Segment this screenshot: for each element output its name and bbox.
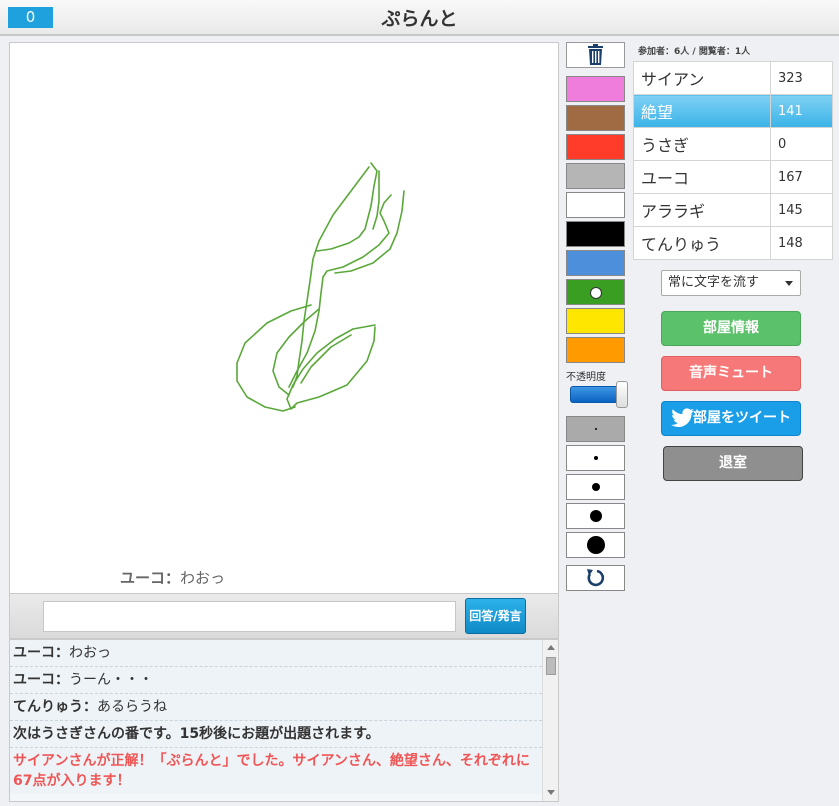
brush-dot xyxy=(594,428,597,430)
bubble-name: ユーコ xyxy=(120,569,166,587)
drawing-stroke xyxy=(272,308,320,396)
leave-room-button[interactable]: 退室 xyxy=(663,446,803,481)
chat-separator: ： xyxy=(55,672,69,688)
color-swatch[interactable] xyxy=(566,221,625,247)
answer-button[interactable]: 回答/発言 xyxy=(465,598,526,634)
color-swatch[interactable] xyxy=(566,163,625,189)
chat-text: わおっ xyxy=(69,645,111,661)
drawing-strokes xyxy=(236,162,405,412)
score-row: うさぎ 0 xyxy=(633,127,833,161)
mute-button[interactable]: 音声ミュート xyxy=(661,356,801,391)
answer-bar: 回答/発言 xyxy=(9,594,559,639)
room-info-button[interactable]: 部屋情報 xyxy=(661,311,801,346)
scroll-thumb[interactable] xyxy=(546,657,556,675)
player-score: 145 xyxy=(770,193,833,227)
page-title: ぷらんと xyxy=(381,8,458,30)
player-name: アララギ xyxy=(633,193,771,227)
brush-dot xyxy=(591,483,600,491)
drawing-stroke xyxy=(334,190,405,274)
opacity-slider-thumb[interactable] xyxy=(616,381,628,408)
color-swatch[interactable] xyxy=(566,279,625,305)
brush-size-button[interactable] xyxy=(566,503,625,529)
drawing-stroke xyxy=(316,162,378,252)
chat-name: ユーコ xyxy=(13,645,55,661)
player-score: 323 xyxy=(770,61,833,95)
player-score: 0 xyxy=(770,127,833,161)
score-row: ユーコ 167 xyxy=(633,160,833,194)
brush-dot xyxy=(593,456,598,460)
brush-size-button[interactable] xyxy=(566,532,625,558)
brush-dot xyxy=(586,536,605,554)
drawing-stroke xyxy=(292,166,370,388)
score-row: サイアン 323 xyxy=(633,61,833,95)
opacity-slider-track[interactable] xyxy=(570,386,622,403)
header: 0 ぷらんと xyxy=(0,0,839,36)
drawing-canvas[interactable]: ユーコ：わおっ xyxy=(9,42,559,594)
undo-button[interactable] xyxy=(566,565,625,591)
chat-scroll-select[interactable]: 常に文字を流す xyxy=(661,270,801,296)
tweet-room-label: 部屋をツイート xyxy=(693,410,791,426)
score-row: てんりゅう 148 xyxy=(633,226,833,260)
color-swatch[interactable] xyxy=(566,76,625,102)
twitter-bird-icon xyxy=(671,408,694,427)
scroll-up-arrow-icon[interactable] xyxy=(547,645,555,650)
brush-dot xyxy=(589,510,602,522)
player-score: 141 xyxy=(770,94,833,128)
score-row: 絶望 141 xyxy=(633,94,833,128)
color-swatch[interactable] xyxy=(566,134,625,160)
chat-lines: ユーコ：わおっ ユーコ：うーん・・・ てんりゅう：あるらうね xyxy=(10,640,558,721)
drawing-stroke xyxy=(288,194,392,388)
chat-name: てんりゅう xyxy=(13,699,83,715)
drawing-stroke xyxy=(286,324,376,410)
brush-size-button[interactable] xyxy=(566,416,625,442)
chevron-down-icon xyxy=(785,281,793,286)
bubble-separator: ： xyxy=(165,569,181,587)
chat-scroll-select-value: 常に文字を流す xyxy=(668,275,760,290)
chat-correct-message: サイアンさんが正解！「ぷらんと」でした。サイアンさん、絶望さん、それぞれに67点… xyxy=(10,748,542,794)
color-swatch[interactable] xyxy=(566,337,625,363)
drawing-stroke xyxy=(300,334,352,384)
color-swatch[interactable] xyxy=(566,250,625,276)
tweet-room-button[interactable]: 部屋をツイート xyxy=(661,401,801,436)
opacity-label: 不透明度 xyxy=(566,372,606,383)
chat-text: あるらうね xyxy=(97,699,167,715)
color-swatch[interactable] xyxy=(566,105,625,131)
player-score: 167 xyxy=(770,160,833,194)
chat-message: ユーコ：わおっ xyxy=(10,640,542,667)
brush-size-button[interactable] xyxy=(566,474,625,500)
player-name: うさぎ xyxy=(633,127,771,161)
player-score: 148 xyxy=(770,226,833,260)
chat-system-message: 次はうさぎさんの番です。15秒後にお題が出題されます。 xyxy=(10,721,542,748)
scroll-down-arrow-icon[interactable] xyxy=(547,790,555,795)
color-swatch[interactable] xyxy=(566,308,625,334)
chat-separator: ： xyxy=(83,699,97,715)
undo-icon xyxy=(587,569,605,587)
player-name: 絶望 xyxy=(633,94,771,128)
chat-message: てんりゅう：あるらうね xyxy=(10,694,542,721)
chat-text: うーん・・・ xyxy=(69,672,153,688)
scoreboard: サイアン 323 絶望 141 うさぎ 0 ユーコ 167 アララギ 145 てんりゅう 148 xyxy=(633,61,833,260)
answer-input[interactable] xyxy=(43,601,456,632)
player-name: ユーコ xyxy=(633,160,771,194)
trash-icon xyxy=(588,44,603,65)
chat-log: ユーコ：わおっ ユーコ：うーん・・・ てんりゅう：あるらうね 次はうさぎさんの番です… xyxy=(9,639,559,802)
clear-canvas-button[interactable] xyxy=(566,42,625,68)
speech-bubble: ユーコ：わおっ xyxy=(120,567,225,588)
color-swatch[interactable] xyxy=(566,192,625,218)
chat-message: ユーコ：うーん・・・ xyxy=(10,667,542,694)
brush-size-button[interactable] xyxy=(566,445,625,471)
player-name: サイアン xyxy=(633,61,771,95)
participants-count: 参加者：6人 / 閲覧者：1人 xyxy=(638,47,751,57)
chat-separator: ： xyxy=(55,645,69,661)
player-name: てんりゅう xyxy=(633,226,771,260)
score-row: アララギ 145 xyxy=(633,193,833,227)
chat-scrollbar[interactable] xyxy=(542,640,558,801)
bubble-text: わおっ xyxy=(180,569,226,587)
chat-name: ユーコ xyxy=(13,672,55,688)
